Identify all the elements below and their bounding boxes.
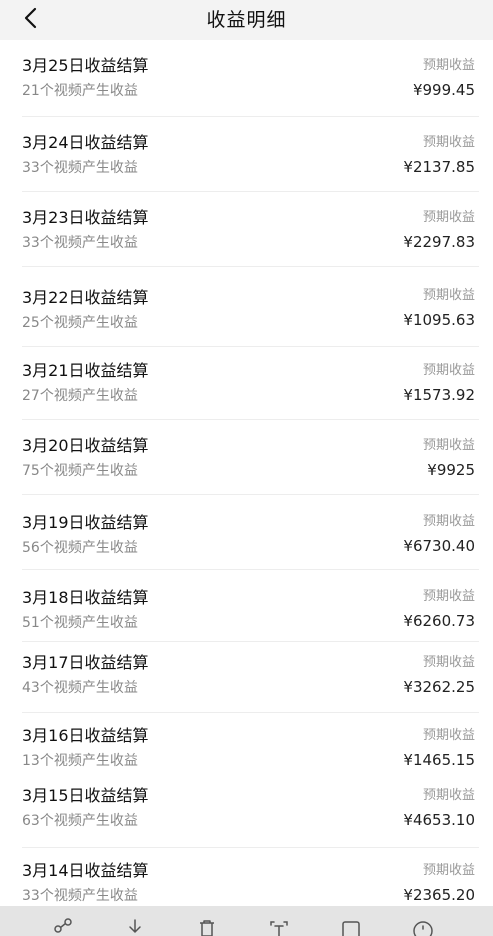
earnings-amount: ¥999.45 [412,81,475,99]
edit-icon[interactable] [340,918,362,936]
earnings-amount: ¥2137.85 [403,158,475,176]
video-count: 63个视频产生收益 [22,813,138,829]
list-item[interactable]: 3月19日收益结算 56个视频产生收益 预期收益 ¥6730.40 [0,495,493,570]
top-nav-bar: 收益明细 [0,0,493,40]
settlement-title: 3月16日收益结算 [22,726,149,745]
video-count: 51个视频产生收益 [22,615,138,631]
settlement-title: 3月22日收益结算 [22,288,149,307]
video-count: 13个视频产生收益 [22,753,138,769]
settlement-title: 3月14日收益结算 [22,861,149,880]
earnings-amount: ¥4653.10 [403,811,475,829]
delete-icon[interactable] [196,918,218,936]
page-title: 收益明细 [206,9,287,31]
expected-earnings-label: 预期收益 [422,863,475,878]
settlement-title: 3月20日收益结算 [22,436,149,455]
expected-earnings-label: 预期收益 [422,514,475,529]
earnings-amount: ¥3262.25 [403,678,475,696]
settlement-title: 3月18日收益结算 [22,588,149,607]
expected-earnings-label: 预期收益 [422,438,475,453]
earnings-amount: ¥2297.83 [403,233,475,251]
expected-earnings-label: 预期收益 [422,58,475,73]
video-count: 43个视频产生收益 [22,680,138,696]
earnings-amount: ¥6730.40 [403,537,475,555]
earnings-amount: ¥1465.15 [403,751,475,769]
expected-earnings-label: 预期收益 [422,288,475,303]
earnings-amount: ¥9925 [427,461,475,479]
video-count: 75个视频产生收益 [22,463,138,479]
video-count: 33个视频产生收益 [22,160,138,176]
settlement-title: 3月17日收益结算 [22,653,149,672]
video-count: 33个视频产生收益 [22,235,138,251]
earnings-amount: ¥6260.73 [403,612,475,630]
settlement-title: 3月21日收益结算 [22,361,149,380]
list-item[interactable]: 3月15日收益结算 63个视频产生收益 预期收益 ¥4653.10 [0,779,493,848]
video-count: 21个视频产生收益 [22,83,138,99]
download-icon[interactable] [124,918,146,936]
earnings-amount: ¥2365.20 [403,886,475,904]
earnings-amount: ¥1573.92 [403,386,475,404]
earnings-list: 3月25日收益结算 21个视频产生收益 预期收益 ¥999.45 3月24日收益… [0,40,493,922]
settlement-title: 3月24日收益结算 [22,133,149,152]
share-icon[interactable] [52,918,74,936]
list-item[interactable]: 3月21日收益结算 27个视频产生收益 预期收益 ¥1573.92 [0,347,493,420]
video-count: 56个视频产生收益 [22,540,138,556]
video-count: 27个视频产生收益 [22,388,138,404]
list-item[interactable]: 3月18日收益结算 51个视频产生收益 预期收益 ¥6260.73 [0,570,493,642]
expected-earnings-label: 预期收益 [422,728,475,743]
earnings-amount: ¥1095.63 [403,311,475,329]
list-item[interactable]: 3月24日收益结算 33个视频产生收益 预期收益 ¥2137.85 [0,117,493,192]
text-extract-icon[interactable] [268,918,290,936]
settlement-title: 3月19日收益结算 [22,513,149,532]
video-count: 25个视频产生收益 [22,315,138,331]
settlement-title: 3月23日收益结算 [22,208,149,227]
settlement-title: 3月15日收益结算 [22,786,149,805]
list-item[interactable]: 3月20日收益结算 75个视频产生收益 预期收益 ¥9925 [0,420,493,495]
video-count: 33个视频产生收益 [22,888,138,904]
expected-earnings-label: 预期收益 [422,655,475,670]
list-item[interactable]: 3月25日收益结算 21个视频产生收益 预期收益 ¥999.45 [0,40,493,117]
expected-earnings-label: 预期收益 [422,788,475,803]
expected-earnings-label: 预期收益 [422,363,475,378]
list-item[interactable]: 3月17日收益结算 43个视频产生收益 预期收益 ¥3262.25 [0,642,493,713]
image-action-toolbar [0,906,493,936]
expected-earnings-label: 预期收益 [422,135,475,150]
settlement-title: 3月25日收益结算 [22,56,149,75]
expected-earnings-label: 预期收益 [422,589,475,604]
list-item[interactable]: 3月16日收益结算 13个视频产生收益 预期收益 ¥1465.15 [0,713,493,779]
expected-earnings-label: 预期收益 [422,210,475,225]
info-icon[interactable] [412,918,434,936]
list-item[interactable]: 3月23日收益结算 33个视频产生收益 预期收益 ¥2297.83 [0,192,493,267]
list-item[interactable]: 3月22日收益结算 25个视频产生收益 预期收益 ¥1095.63 [0,267,493,347]
